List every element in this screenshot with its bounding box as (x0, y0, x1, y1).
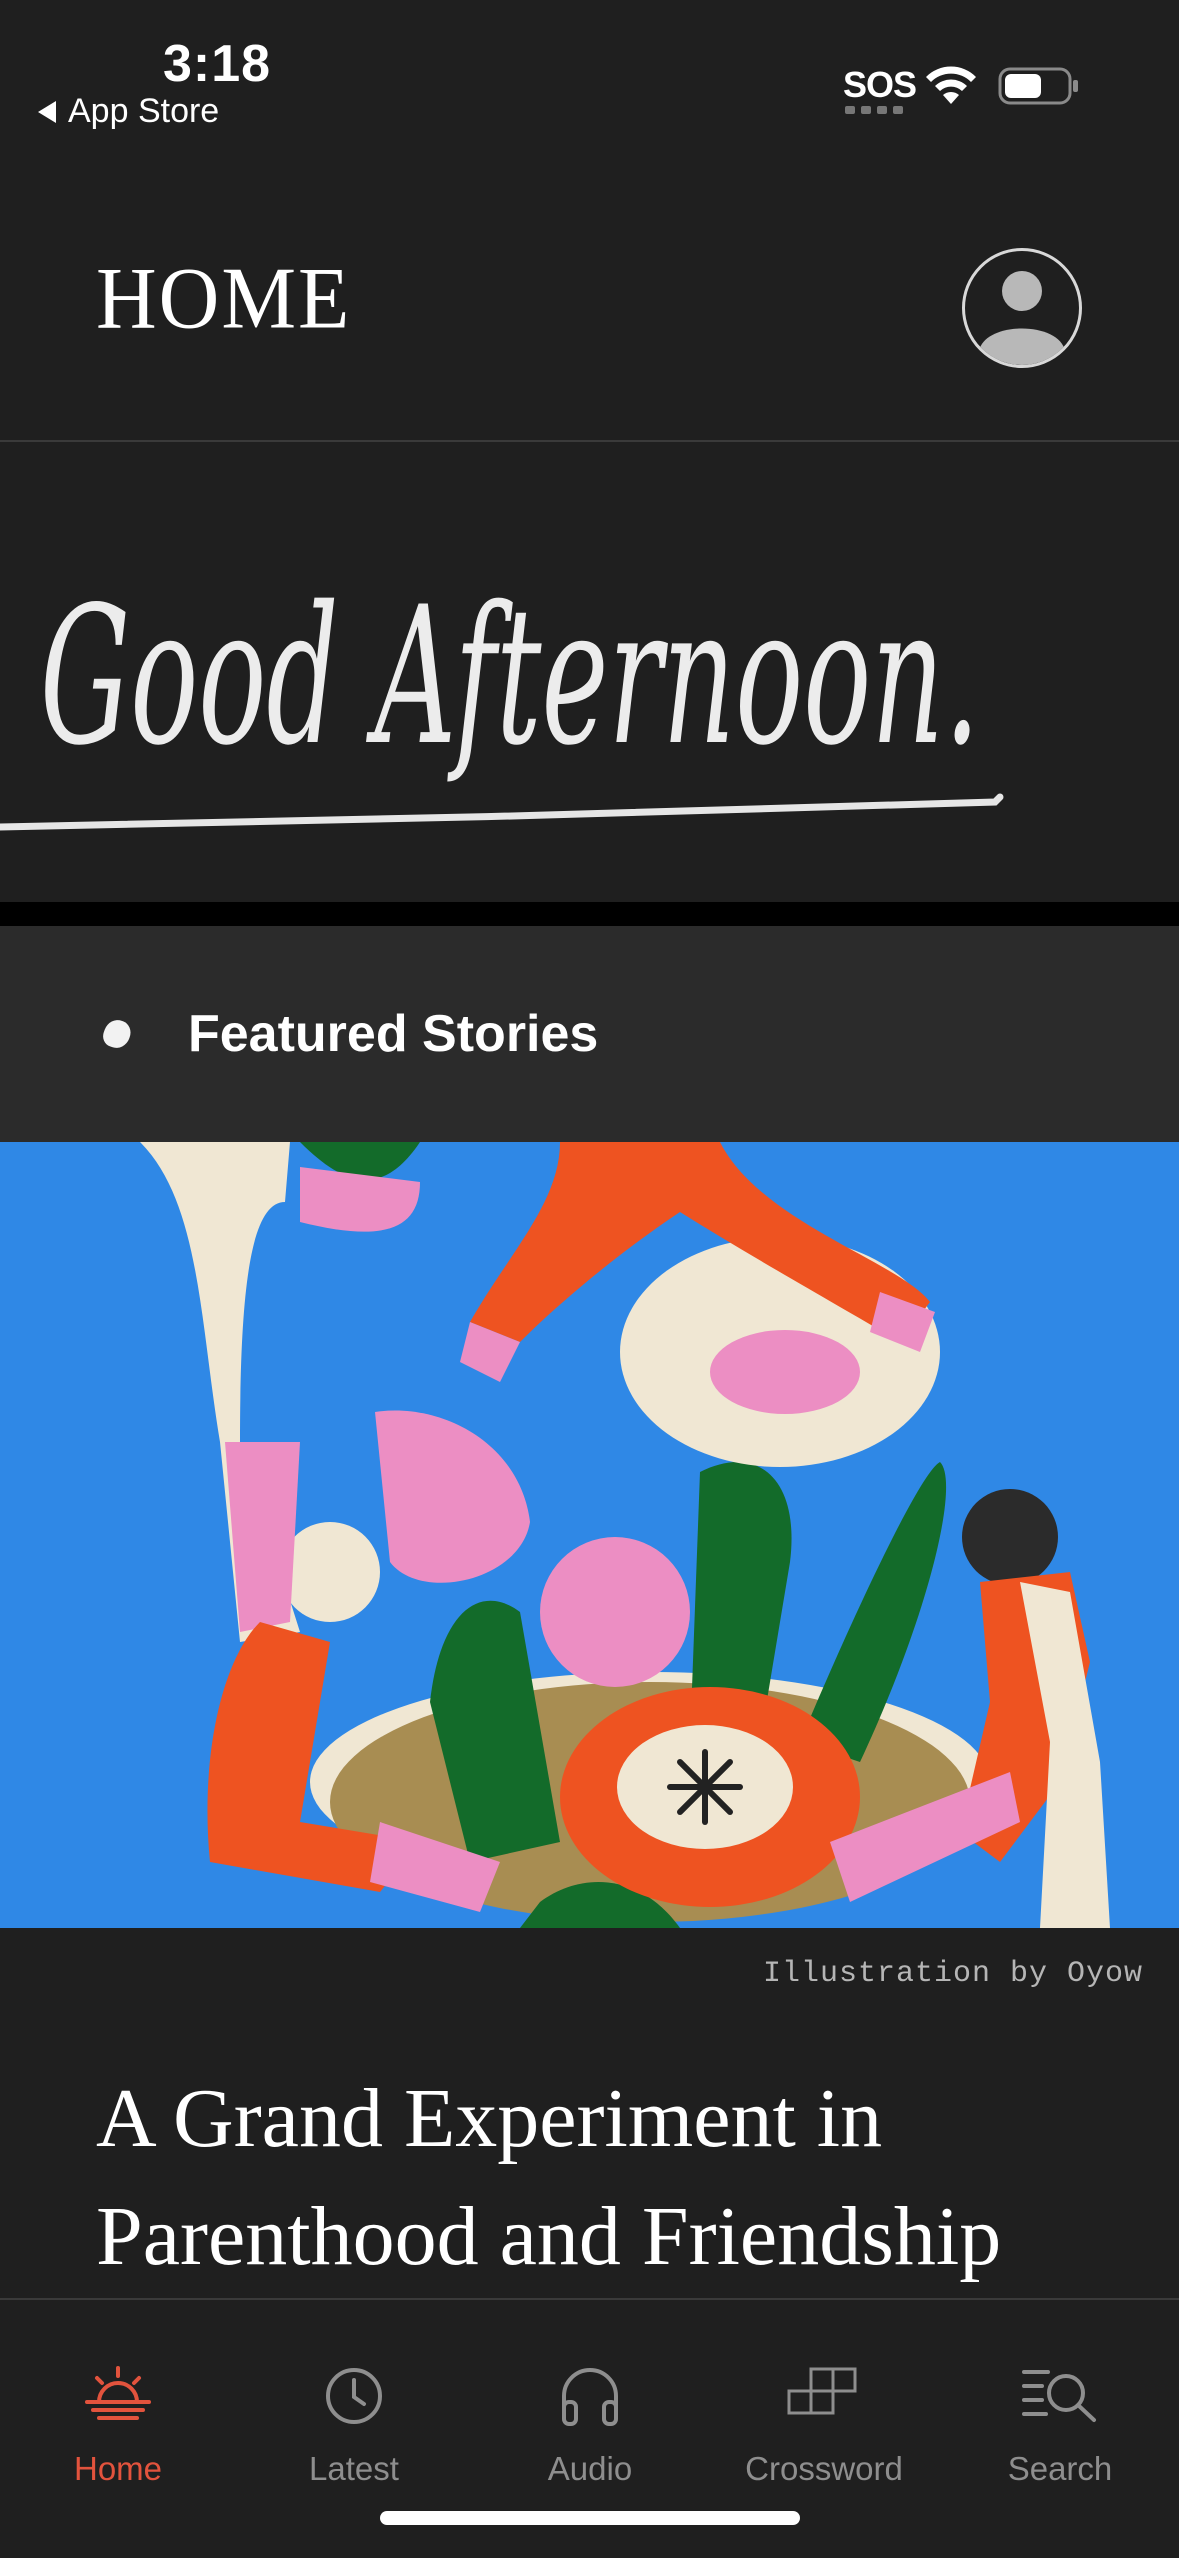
tab-search-label: Search (1007, 2450, 1113, 2487)
greeting-handwriting: Good Afternoon. (0, 566, 1004, 831)
back-to-app-store-link[interactable]: App Store (38, 92, 219, 131)
status-bar: 3:18 App Store SOS (0, 0, 1179, 150)
featured-section-title: Featured Stories (188, 1005, 599, 1063)
tab-crossword[interactable]: Crossword (706, 2300, 942, 2490)
signal-dots-icon (845, 106, 903, 114)
tab-crossword-label: Crossword (745, 2450, 903, 2487)
flower-pot-illustration (0, 1142, 1179, 1928)
profile-button[interactable] (962, 248, 1082, 368)
section-divider (0, 902, 1179, 926)
back-label: App Store (68, 92, 220, 130)
tab-latest-label: Latest (309, 2450, 399, 2487)
tab-audio[interactable]: Audio (472, 2300, 708, 2490)
search-list-icon (1022, 2370, 1096, 2422)
bullet-icon (99, 1016, 135, 1052)
wifi-icon (926, 66, 976, 104)
page-title: HOME (96, 249, 352, 348)
greeting-text: Good Afternoon. (40, 566, 980, 787)
featured-story-image[interactable] (0, 1142, 1179, 1928)
battery-icon (998, 67, 1078, 105)
app-header: HOME (0, 150, 1179, 440)
sunrise-icon (85, 2366, 151, 2420)
sos-indicator: SOS (843, 64, 917, 105)
tab-home[interactable]: Home (0, 2300, 236, 2490)
tab-latest[interactable]: Latest (236, 2300, 472, 2490)
tab-search[interactable]: Search (942, 2300, 1178, 2490)
user-avatar-icon (979, 271, 1065, 365)
tab-audio-label: Audio (547, 2450, 633, 2487)
home-indicator[interactable] (380, 2511, 800, 2525)
greeting-underline (0, 793, 1004, 831)
image-credit: Illustration by Oyow (762, 1957, 1143, 1991)
crossword-grid-icon (787, 2367, 857, 2415)
tab-home-label: Home (73, 2450, 163, 2487)
status-time: 3:18 (163, 35, 272, 93)
greeting-banner: Good Afternoon. (0, 442, 1179, 902)
story-headline[interactable]: A Grand Experiment in Parenthood and Fri… (96, 2060, 1136, 2296)
featured-section-header: Featured Stories (0, 926, 1179, 1142)
headphones-icon (562, 2368, 618, 2426)
back-arrow-icon (38, 100, 56, 123)
clock-icon (326, 2368, 382, 2424)
